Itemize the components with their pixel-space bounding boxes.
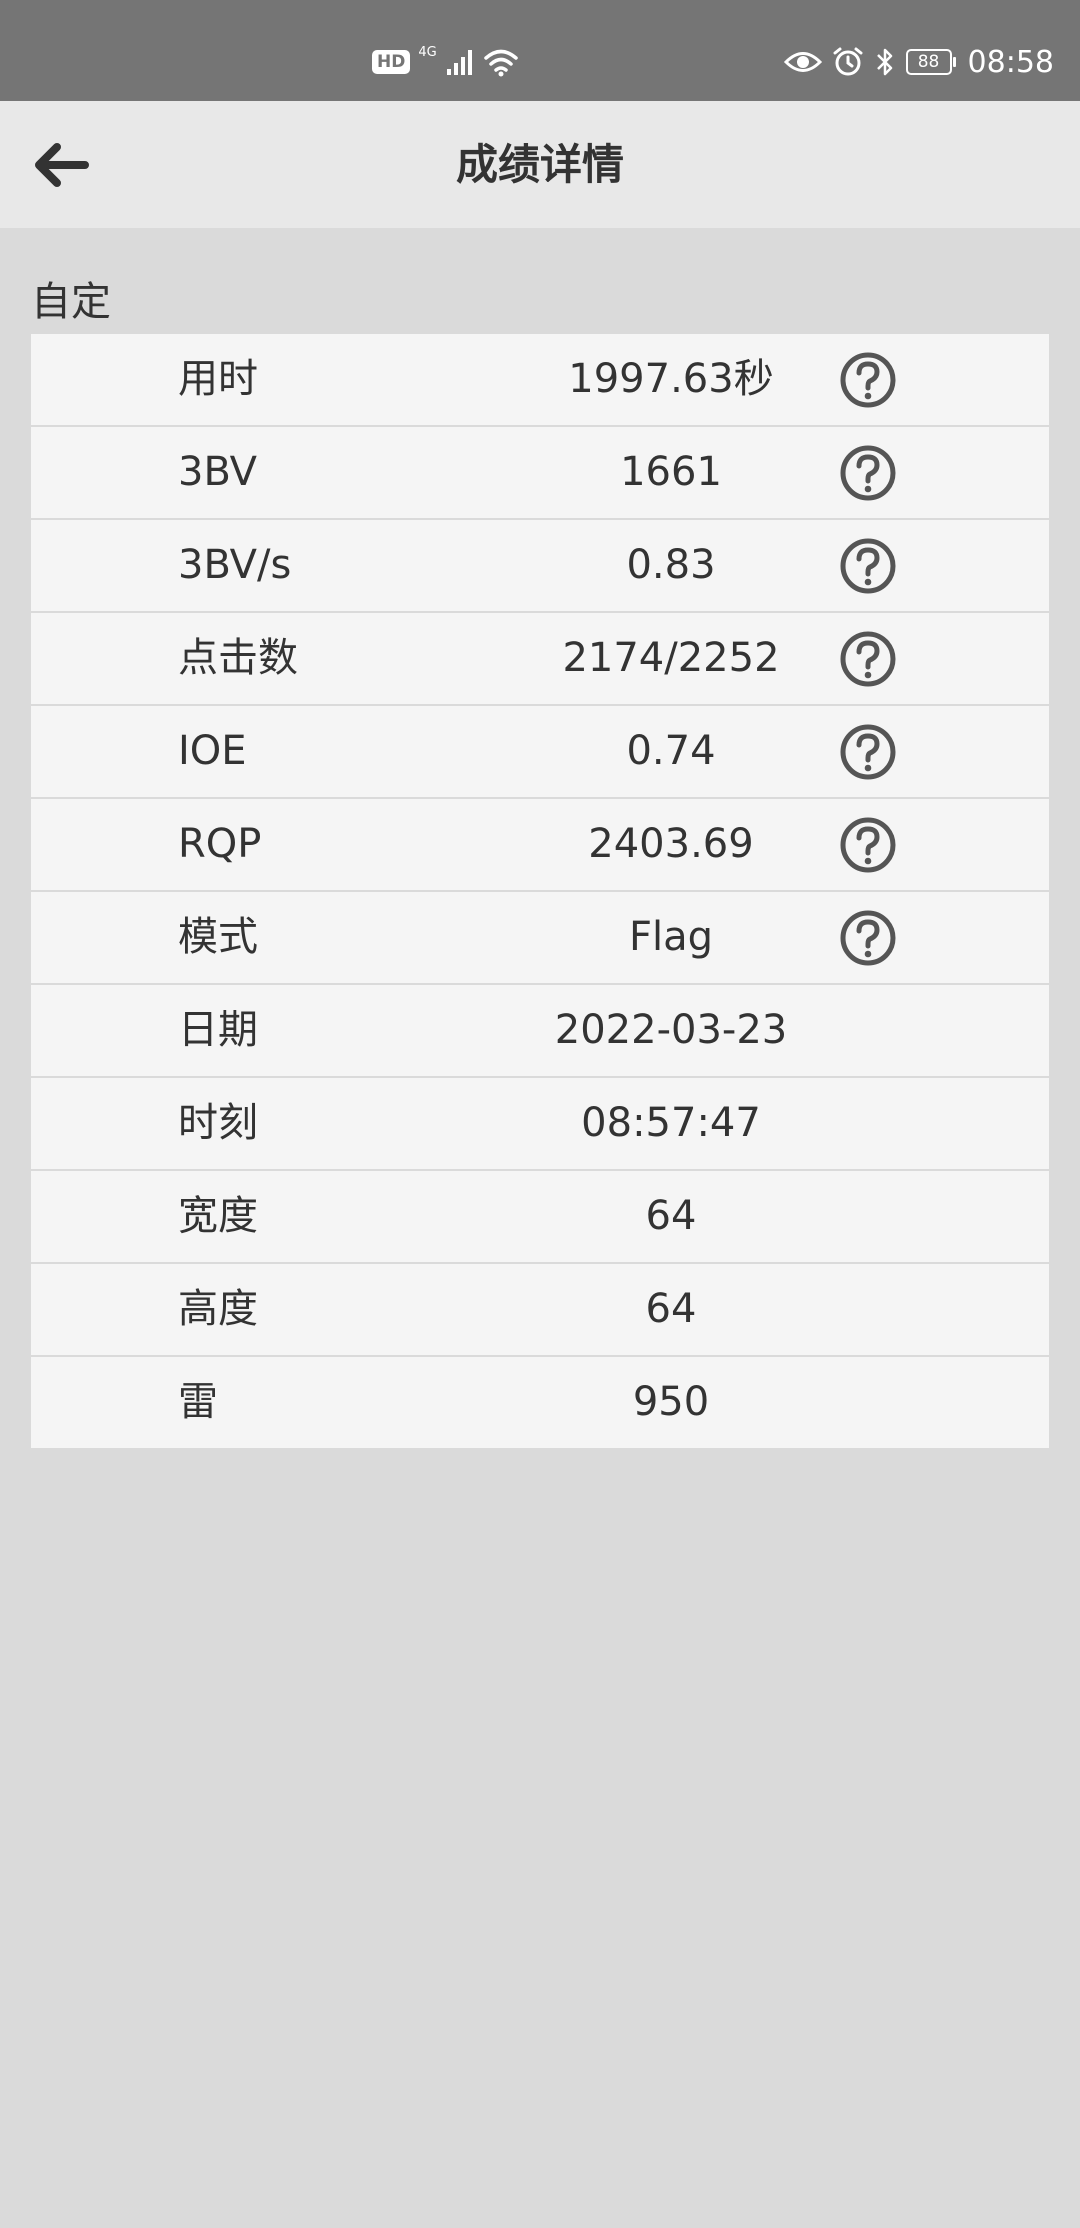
stat-label: 模式	[178, 914, 258, 960]
alarm-icon	[833, 47, 863, 76]
stat-label: 3BV/s	[178, 542, 292, 588]
status-clock: 08:58	[967, 44, 1054, 80]
status-left-icons: HD 4G	[372, 44, 519, 80]
help-icon[interactable]	[839, 351, 897, 409]
stat-value: 64	[645, 1286, 697, 1332]
stat-value: 0.74	[626, 728, 716, 774]
stat-row: 3BV 1661	[31, 427, 1049, 520]
stat-value: 1661	[620, 449, 722, 495]
help-icon[interactable]	[839, 723, 897, 781]
stat-row: 雷 950	[31, 1357, 1049, 1448]
stat-value: 08:57:47	[581, 1100, 761, 1146]
stat-value: Flag	[628, 914, 714, 960]
stat-value: 2403.69	[588, 821, 754, 867]
stat-row: RQP 2403.69	[31, 799, 1049, 892]
stat-row: 点击数 2174/2252	[31, 613, 1049, 706]
stat-value: 2174/2252	[562, 635, 780, 681]
stat-label: 高度	[178, 1286, 258, 1332]
stat-row: 3BV/s 0.83	[31, 520, 1049, 613]
hd-icon: HD	[372, 50, 411, 74]
battery-level: 88	[917, 52, 940, 72]
help-icon[interactable]	[839, 630, 897, 688]
stat-row: 时刻 08:57:47	[31, 1078, 1049, 1171]
stat-row: IOE 0.74	[31, 706, 1049, 799]
bluetooth-icon	[876, 48, 892, 76]
back-button[interactable]	[30, 133, 94, 197]
stat-label: 雷	[178, 1379, 218, 1425]
stat-label: 3BV	[178, 449, 258, 495]
network-type: 4G	[418, 44, 437, 60]
stat-row: 模式 Flag	[31, 892, 1049, 985]
stat-label: 宽度	[178, 1193, 258, 1239]
section-label: 自定	[31, 279, 111, 325]
help-icon[interactable]	[839, 909, 897, 967]
page-title: 成绩详情	[455, 140, 624, 189]
stat-value: 64	[645, 1193, 697, 1239]
stats-card: 用时 1997.63秒 3BV 1661 3BV/s 0.83 点击数 2174/2252 IO…	[31, 334, 1049, 1448]
stat-value: 950	[632, 1379, 710, 1425]
stat-row: 宽度 64	[31, 1171, 1049, 1264]
help-icon[interactable]	[839, 816, 897, 874]
app-toolbar: 成绩详情	[0, 101, 1080, 228]
stat-row: 用时 1997.63秒	[31, 334, 1049, 427]
battery-icon: 88	[905, 49, 956, 75]
status-right-icons: 88 08:58	[783, 40, 1054, 84]
help-icon[interactable]	[839, 444, 897, 502]
stat-row: 高度 64	[31, 1264, 1049, 1357]
stat-label: 用时	[178, 356, 258, 402]
wifi-icon	[483, 49, 518, 77]
signal-icon	[446, 50, 472, 75]
status-bar: HD 4G 88 08:58	[0, 0, 1080, 101]
stat-label: 时刻	[178, 1100, 258, 1146]
stat-label: 日期	[178, 1007, 258, 1053]
stat-value: 2022-03-23	[554, 1007, 788, 1053]
stat-label: 点击数	[178, 635, 298, 681]
stat-value: 0.83	[626, 542, 716, 588]
stat-value: 1997.63秒	[568, 356, 774, 402]
stat-row: 日期 2022-03-23	[31, 985, 1049, 1078]
arrow-left-icon	[35, 143, 89, 187]
eye-icon	[783, 52, 822, 72]
stat-label: IOE	[178, 728, 247, 774]
help-icon[interactable]	[839, 537, 897, 595]
stat-label: RQP	[178, 821, 262, 867]
